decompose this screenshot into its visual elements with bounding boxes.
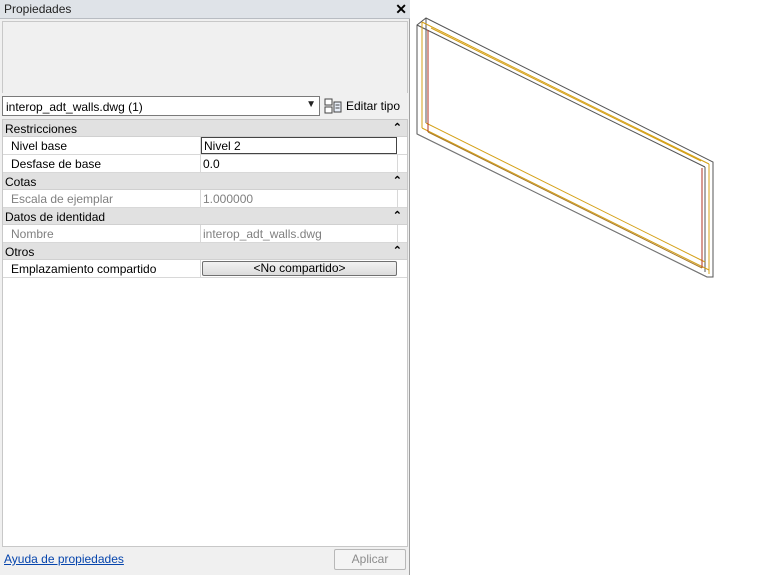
collapse-up-icon[interactable]: ⌃	[393, 244, 402, 257]
section-datos-identidad[interactable]: Datos de identidad ⌃	[3, 208, 407, 225]
section-title: Otros	[5, 245, 35, 259]
wall-edge	[416, 133, 708, 278]
nivel-base-value: Nivel 2	[204, 139, 241, 153]
properties-grid: Restricciones ⌃ Nivel base Nivel 2 Desfa…	[2, 119, 408, 547]
palette-title: Propiedades	[4, 2, 72, 16]
3d-view-viewport[interactable]	[411, 0, 779, 575]
property-row-emplazamiento[interactable]: Emplazamiento compartido <No compartido>	[3, 260, 407, 278]
wall-highlight	[430, 27, 702, 162]
property-row-desfase-base[interactable]: Desfase de base 0.0	[3, 155, 407, 173]
wall-highlight	[425, 122, 706, 263]
type-selector-dropdown[interactable]: interop_adt_walls.dwg (1) ▼	[2, 96, 320, 116]
property-label: Emplazamiento compartido	[11, 262, 157, 276]
properties-palette: Propiedades ✕ interop_adt_walls.dwg (1) …	[0, 0, 410, 575]
nombre-value: interop_adt_walls.dwg	[203, 227, 322, 241]
collapse-up-icon[interactable]: ⌃	[393, 121, 402, 134]
escala-value: 1.000000	[203, 192, 254, 206]
collapse-up-icon[interactable]: ⌃	[393, 174, 402, 187]
properties-help-link[interactable]: Ayuda de propiedades	[4, 552, 124, 566]
edit-type-icon	[324, 98, 342, 114]
section-restricciones[interactable]: Restricciones ⌃	[3, 120, 407, 137]
palette-title-bar[interactable]: Propiedades ✕	[0, 0, 410, 19]
section-title: Datos de identidad	[5, 210, 106, 224]
property-row-escala: Escala de ejemplar 1.000000	[3, 190, 407, 208]
wall-highlight	[421, 127, 710, 271]
wall-accent	[427, 131, 703, 269]
section-cotas[interactable]: Cotas ⌃	[3, 173, 407, 190]
section-title: Cotas	[5, 175, 37, 189]
collapse-up-icon[interactable]: ⌃	[393, 209, 402, 222]
shared-site-button[interactable]: <No compartido>	[202, 261, 397, 276]
property-label: Desfase de base	[11, 157, 102, 171]
edit-type-label: Editar tipo	[346, 99, 401, 113]
property-label: Nombre	[11, 227, 54, 241]
property-label: Escala de ejemplar	[11, 192, 114, 206]
wall-edge	[416, 24, 706, 168]
property-label: Nivel base	[11, 139, 68, 153]
type-selector-value: interop_adt_walls.dwg (1)	[6, 100, 143, 114]
apply-button[interactable]: Aplicar	[334, 549, 406, 570]
desfase-base-value[interactable]: 0.0	[203, 157, 220, 171]
wall-model-3d	[416, 17, 714, 278]
type-preview-area	[2, 21, 408, 93]
chevron-down-icon[interactable]: ▼	[306, 99, 316, 110]
section-otros[interactable]: Otros ⌃	[3, 243, 407, 260]
property-row-nivel-base[interactable]: Nivel base Nivel 2	[3, 137, 407, 155]
close-icon[interactable]: ✕	[395, 0, 407, 18]
edit-type-button[interactable]: Editar tipo	[324, 96, 400, 116]
section-title: Restricciones	[5, 122, 78, 136]
nivel-base-field[interactable]: Nivel 2	[201, 137, 397, 154]
property-row-nombre: Nombre interop_adt_walls.dwg	[3, 225, 407, 243]
